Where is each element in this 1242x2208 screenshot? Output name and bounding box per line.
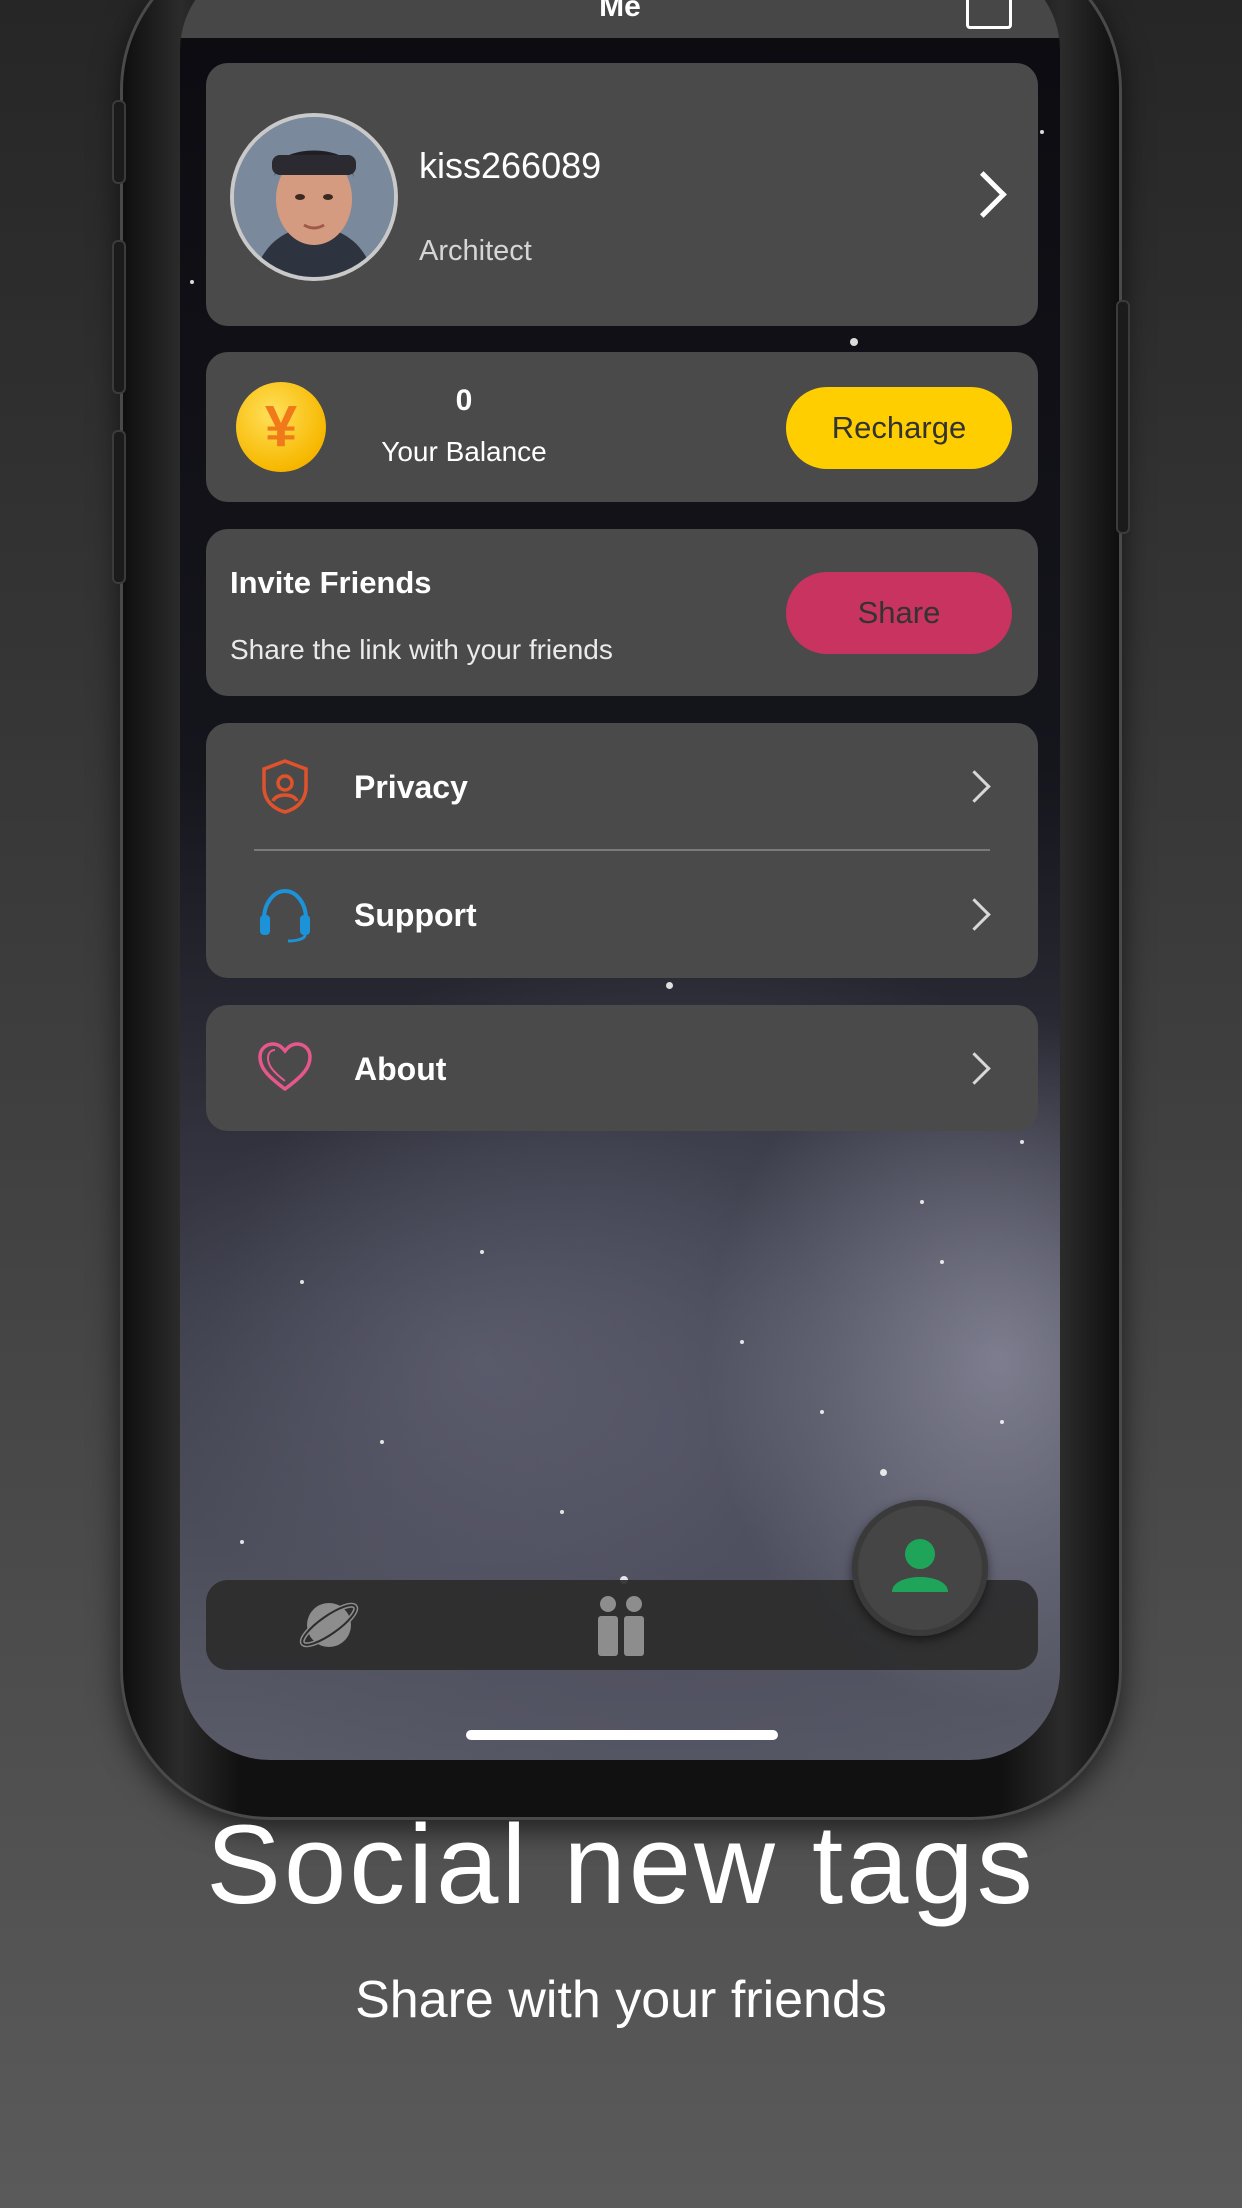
share-button[interactable]: Share [786, 572, 1012, 654]
user-role: Architect [419, 235, 532, 267]
invite-card: Invite Friends Share the link with your … [206, 529, 1038, 696]
user-icon [892, 1539, 948, 1592]
about-menu: About [206, 1005, 1038, 1131]
menu-item-label: Support [354, 897, 477, 933]
username: kiss266089 [419, 145, 602, 186]
marketing-subline: Share with your friends [355, 1971, 887, 2029]
menu-item-privacy[interactable]: Privacy [206, 723, 1038, 849]
profile-card[interactable]: kiss266089 Architect [206, 63, 1038, 326]
chevron-right-icon [960, 171, 1007, 218]
settings-icon[interactable] [966, 0, 1012, 29]
phone-side-button [112, 240, 126, 394]
app-screen: Me kiss266089 Architect ¥ 0 Your Balance… [180, 0, 1060, 1760]
marketing-headline: Social new tags [206, 1802, 1036, 1927]
phone-side-button [112, 100, 126, 184]
balance-card: ¥ 0 Your Balance Recharge [206, 352, 1038, 502]
invite-subtitle: Share the link with your friends [230, 634, 613, 665]
phone-power-button [1116, 300, 1130, 534]
menu-item-about[interactable]: About [206, 1005, 1038, 1131]
balance-value: 0 [455, 384, 473, 417]
chevron-right-icon [958, 898, 991, 931]
avatar[interactable] [230, 113, 398, 281]
menu-item-label: Privacy [354, 769, 468, 805]
recharge-button[interactable]: Recharge [786, 387, 1012, 469]
top-nav-bar: Me [180, 0, 1060, 38]
invite-title: Invite Friends [230, 565, 432, 600]
planet-icon[interactable] [296, 1592, 362, 1658]
home-indicator [466, 1730, 778, 1740]
heart-icon [258, 1042, 312, 1092]
menu-item-label: About [354, 1051, 447, 1087]
nav-title: Me [599, 0, 641, 23]
tab-me[interactable] [852, 1500, 988, 1636]
chevron-right-icon [958, 770, 991, 803]
settings-menu: Privacy Support [206, 723, 1038, 978]
balance-label: Your Balance [381, 436, 547, 467]
headset-icon [260, 888, 310, 943]
gift-icon[interactable] [588, 1592, 654, 1658]
chevron-right-icon [958, 1052, 991, 1085]
phone-side-button [112, 430, 126, 584]
menu-item-support[interactable]: Support [206, 851, 1038, 977]
shield-user-icon [262, 759, 308, 814]
